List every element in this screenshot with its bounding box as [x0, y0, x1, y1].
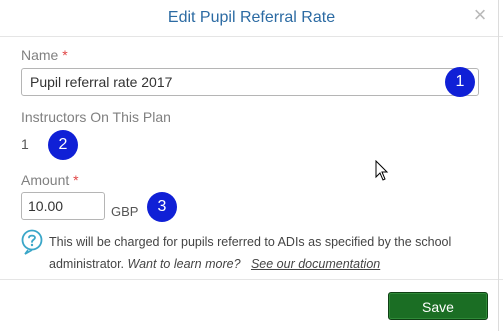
instructors-count: 1 — [21, 136, 29, 152]
currency-label: GBP — [111, 204, 139, 219]
instructors-label: Instructors On This Plan — [21, 109, 171, 125]
mouse-cursor-icon — [375, 159, 389, 182]
footer-divider — [0, 279, 503, 280]
close-icon[interactable]: × — [471, 4, 489, 26]
name-label: Name * — [21, 47, 68, 63]
edit-referral-rate-dialog: Edit Pupil Referral Rate × Name * Pupil … — [0, 0, 503, 331]
dialog-header: Edit Pupil Referral Rate × — [0, 0, 503, 37]
name-input[interactable]: Pupil referral rate 2017 — [21, 68, 479, 96]
save-button[interactable]: Save — [388, 292, 488, 320]
required-mark: * — [73, 172, 79, 188]
required-mark: * — [62, 47, 68, 63]
annotation-badge-3: 3 — [147, 192, 177, 222]
help-icon — [21, 229, 43, 255]
amount-input[interactable]: 10.00 — [21, 192, 105, 220]
right-edge-divider — [498, 0, 499, 331]
learn-more-text: Want to learn more? — [127, 257, 241, 271]
amount-label-text: Amount — [21, 172, 70, 188]
annotation-badge-2: 2 — [48, 130, 78, 160]
annotation-badge-1: 1 — [445, 67, 475, 97]
name-label-text: Name — [21, 47, 59, 63]
documentation-link[interactable]: See our documentation — [251, 257, 380, 271]
dialog-title: Edit Pupil Referral Rate — [167, 9, 336, 26]
help-text: This will be charged for pupils referred… — [49, 231, 469, 275]
amount-label: Amount * — [21, 172, 79, 188]
